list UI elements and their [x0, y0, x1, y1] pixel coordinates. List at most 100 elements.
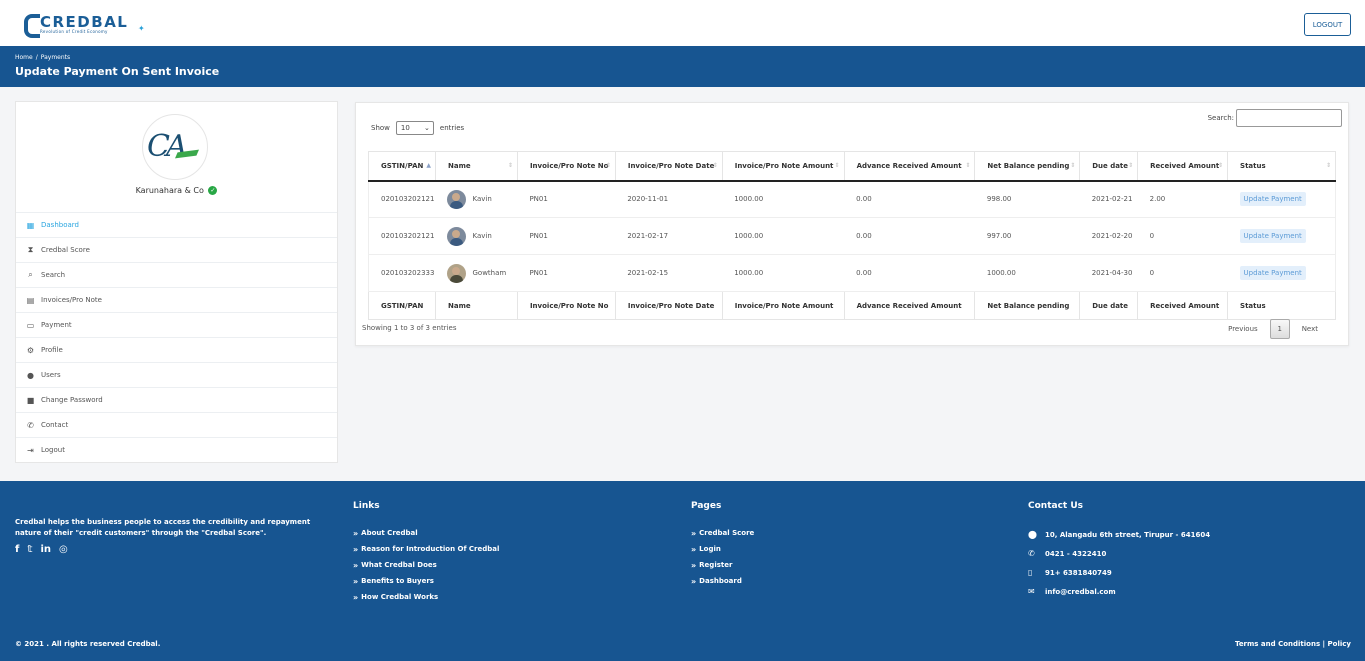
entries-value: 10: [400, 124, 410, 132]
user-icon: ●: [27, 370, 34, 380]
col-status[interactable]: Status ⇕: [1227, 151, 1336, 182]
sort-icon: ⇕: [712, 162, 718, 169]
entries-select[interactable]: 10 ⌄: [395, 121, 434, 135]
cell-name: Kavin: [435, 180, 518, 218]
cell-due: 2021-02-21: [1079, 180, 1138, 218]
phone-icon: ✆: [27, 420, 34, 430]
sign-out-icon: ⇥: [27, 445, 34, 455]
cell-invoice-no: PN01: [517, 217, 616, 255]
terms-link[interactable]: Terms and Conditions | Policy: [1235, 640, 1351, 648]
col-gstin[interactable]: GSTIN/PAN ▲: [368, 151, 436, 182]
breadcrumb-home[interactable]: Home: [15, 54, 33, 61]
update-payment-button[interactable]: Update Payment: [1239, 266, 1306, 280]
cell-received: 2.00: [1137, 180, 1228, 218]
cell-net: 997.00: [974, 217, 1080, 255]
footer-pages-title: Pages: [691, 501, 722, 511]
company-avatar: CA: [142, 114, 208, 180]
col-invoice-amount[interactable]: Invoice/Pro Note Amount ⇕: [721, 151, 845, 182]
sidebar-item-credbal-score[interactable]: ⧗ Credbal Score: [16, 237, 337, 262]
linkedin-icon[interactable]: in: [40, 544, 51, 555]
sidebar-item-label: Profile: [41, 346, 63, 354]
breadcrumb-separator: /: [35, 54, 38, 61]
logout-button[interactable]: LOGOUT: [1304, 13, 1351, 36]
sidebar-item-search[interactable]: ⌕ Search: [16, 262, 337, 287]
breadcrumb-payments[interactable]: Payments: [41, 54, 70, 61]
sidebar-item-profile[interactable]: ⚙ Profile: [16, 337, 337, 362]
credit-card-icon: ▭: [26, 320, 35, 330]
cell-received: 0: [1137, 254, 1228, 292]
twitter-icon[interactable]: 𝕥: [27, 544, 32, 555]
table-row: 020103202121 Kavin PN01 2020-11-01 1000.…: [368, 180, 1336, 218]
foot-status: Status: [1227, 291, 1336, 320]
footer-pages-column: Pages » Credbal Score » Login » Register » D…: [691, 501, 754, 589]
cell-invoice-no: PN01: [517, 254, 616, 292]
facebook-icon[interactable]: f: [15, 544, 19, 555]
sidebar-item-users[interactable]: ● Users: [16, 362, 337, 387]
contact-email[interactable]: ✉ info@credbal.com: [1028, 582, 1210, 601]
search-input[interactable]: [1236, 109, 1342, 127]
site-footer: Credbal helps the business people to acc…: [0, 481, 1365, 661]
sidebar-item-logout[interactable]: ⇥ Logout: [16, 437, 337, 462]
sidebar-item-dashboard[interactable]: ▦ Dashboard: [16, 212, 337, 237]
cell-advance: 0.00: [844, 217, 975, 255]
col-net-balance[interactable]: Net Balance pending ⇕: [974, 151, 1081, 182]
page-header-band: Home / Payments Update Payment On Sent I…: [0, 46, 1365, 87]
sort-icon: ⇕: [1128, 162, 1134, 169]
sidebar-item-change-password[interactable]: ■ Change Password: [16, 387, 337, 412]
instagram-icon[interactable]: ◎: [59, 544, 68, 555]
footer-page-link[interactable]: » Credbal Score: [691, 525, 754, 541]
double-chevron-icon: »: [691, 528, 697, 538]
footer-link[interactable]: » How Credbal Works: [353, 589, 499, 605]
cell-due: 2021-04-30: [1079, 254, 1138, 292]
cell-received: 0: [1137, 217, 1228, 255]
col-advance[interactable]: Advance Received Amount ⇕: [843, 151, 976, 182]
verified-check-icon: ✓: [208, 186, 218, 195]
footer-links-column: Links » About Credbal » Reason for Introdu…: [353, 501, 499, 605]
sidebar-item-contact[interactable]: ✆ Contact: [16, 412, 337, 437]
col-received[interactable]: Received Amount ⇕: [1137, 151, 1229, 182]
sidebar-item-payment[interactable]: ▭ Payment: [16, 312, 337, 337]
avatar: [447, 263, 467, 283]
footer-link[interactable]: » About Credbal: [353, 525, 499, 541]
footer-contact-column: Contact Us ⬤ 10, Alangadu 6th street, Tir…: [1028, 501, 1210, 601]
footer-link[interactable]: » What Credbal Does: [353, 557, 499, 573]
payments-table: GSTIN/PAN ▲ Name ⇕ Invoice/Pro Note No ⇕ In…: [368, 151, 1336, 320]
foot-advance: Advance Received Amount: [843, 291, 976, 320]
footer-page-link[interactable]: » Register: [691, 557, 754, 573]
sort-icon: ⇕: [834, 162, 840, 169]
footer-about: Credbal helps the business people to acc…: [15, 518, 311, 537]
cell-date: 2020-11-01: [615, 180, 723, 218]
update-payment-button[interactable]: Update Payment: [1239, 192, 1306, 207]
cell-name: Kavin: [435, 217, 518, 255]
col-name[interactable]: Name ⇕: [434, 151, 518, 182]
social-links: f 𝕥 in ◎: [15, 544, 68, 555]
page-1-button[interactable]: 1: [1269, 319, 1290, 339]
sidebar-item-label: Logout: [41, 446, 65, 454]
previous-button[interactable]: Previous: [1220, 325, 1266, 333]
sidebar-item-label: Search: [41, 271, 66, 279]
credbal-logo[interactable]: CREDBAL Revolution of Credit Economy ✦: [24, 12, 145, 38]
sidebar-item-invoices[interactable]: ▤ Invoices/Pro Note: [16, 287, 337, 312]
avatar: [447, 226, 467, 246]
foot-invoice-no: Invoice/Pro Note No: [516, 291, 616, 320]
table-footer-row: GSTIN/PAN Name Invoice/Pro Note No Invoi…: [368, 291, 1336, 320]
sidebar-item-label: Payment: [41, 321, 72, 329]
sort-icon: ⇕: [965, 162, 971, 169]
col-invoice-date[interactable]: Invoice/Pro Note Date ⇕: [614, 151, 723, 182]
double-chevron-icon: »: [353, 576, 359, 586]
col-due-date[interactable]: Due date ⇕: [1079, 151, 1139, 182]
sort-icon: ⇕: [1325, 162, 1331, 169]
cell-date: 2021-02-15: [615, 254, 723, 292]
cell-net: 998.00: [974, 180, 1080, 218]
footer-link[interactable]: » Benefits to Buyers: [353, 573, 499, 589]
footer-page-link[interactable]: » Login: [691, 541, 754, 557]
footer-link[interactable]: » Reason for Introduction Of Credbal: [353, 541, 499, 557]
footer-page-link[interactable]: » Dashboard: [691, 573, 754, 589]
table-row: 020103202121 Kavin PN01 2021-02-17 1000.…: [368, 217, 1336, 255]
col-invoice-no[interactable]: Invoice/Pro Note No ⇕: [516, 151, 616, 182]
next-button[interactable]: Next: [1294, 325, 1326, 333]
entries-control: Show 10 ⌄ entries: [371, 121, 464, 135]
search-label: Search:: [1207, 114, 1234, 122]
update-payment-button[interactable]: Update Payment: [1239, 229, 1306, 243]
foot-invoice-amount: Invoice/Pro Note Amount: [721, 291, 845, 320]
